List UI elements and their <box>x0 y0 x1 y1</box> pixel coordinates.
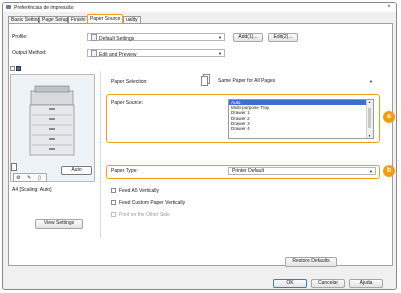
feed-custom-label: Feed Custom Paper Vertically <box>119 200 186 206</box>
page-icon[interactable]: ▯ <box>38 175 41 181</box>
tab-quality[interactable]: uality <box>123 16 141 23</box>
paper-size-info: A4 [Scaling: Auto] <box>12 187 52 193</box>
profile-label: Profile: <box>12 34 28 40</box>
feed-a5-label: Feed A5 Vertically <box>119 188 160 194</box>
feed-custom-checkbox[interactable] <box>111 200 116 205</box>
paper-selection-select[interactable]: Same Paper for All Pages ▼ <box>214 77 376 85</box>
source-mode-display: Auto <box>61 166 92 175</box>
edit-preview-icon <box>91 50 97 57</box>
profile-value: Default Settings <box>99 36 135 42</box>
wrench-icon[interactable]: ⚙ <box>16 175 20 181</box>
paper-type-value: Printer Default <box>232 168 264 174</box>
chevron-down-icon: ▼ <box>218 51 222 56</box>
paper-selection-value: Same Paper for All Pages <box>218 78 276 84</box>
paper-selection-icon <box>201 74 211 86</box>
add-profile-button[interactable]: Add(1)... <box>233 33 263 42</box>
output-method-select[interactable]: Edit and Preview ▼ <box>87 49 225 58</box>
list-scrollbar[interactable]: ▲ ▼ <box>366 100 373 138</box>
printer-view-icon[interactable] <box>16 66 21 71</box>
preview-toggle-icons[interactable] <box>10 66 22 72</box>
paper-source-list[interactable]: Auto Multi-purpose Tray Drawer 1 Drawer … <box>228 99 374 139</box>
help-button[interactable]: Ajuda <box>349 279 383 288</box>
view-settings-button[interactable]: View Settings <box>35 219 83 229</box>
printing-preferences-window: Preferências de impressão × Basic Settin… <box>2 2 397 290</box>
chevron-down-icon: ▼ <box>218 35 222 40</box>
output-method-label: Output Method: <box>12 50 47 56</box>
pencil-icon[interactable]: ✎ <box>27 175 31 181</box>
callout-badge-b: b <box>383 165 395 177</box>
ok-button[interactable]: OK <box>273 279 307 288</box>
paper-stack-icon <box>11 163 17 171</box>
scroll-up-icon[interactable]: ▲ <box>368 100 371 104</box>
scroll-down-icon[interactable]: ▼ <box>368 134 371 138</box>
edit-profile-button[interactable]: Edit(2)... <box>268 33 298 42</box>
page-view-icon[interactable] <box>10 66 15 71</box>
feed-a5-checkbox[interactable] <box>111 188 116 193</box>
chevron-down-icon: ▼ <box>369 169 373 174</box>
close-icon[interactable]: × <box>385 4 393 11</box>
output-method-value: Edit and Preview <box>99 52 137 58</box>
document-icon <box>91 34 97 41</box>
print-other-side-checkbox[interactable] <box>111 212 116 217</box>
list-item[interactable]: Drawer 4 <box>229 126 373 131</box>
preview-tool-buttons[interactable]: ⚙ ✎ ▯ <box>13 173 47 182</box>
tab-paper-source[interactable]: Paper Source <box>87 14 123 24</box>
tab-page-setup[interactable]: Page Setup <box>39 16 68 23</box>
chevron-down-icon: ▼ <box>369 79 373 84</box>
paper-source-label: Paper Source: <box>111 100 143 106</box>
window-title: Preferências de impressão <box>14 4 74 11</box>
paper-type-label: Paper Type: <box>111 168 138 174</box>
scroll-thumb[interactable] <box>368 108 371 128</box>
callout-badge-a: a <box>383 111 395 123</box>
restore-defaults-button[interactable]: Restore Defaults <box>285 257 337 267</box>
print-other-side-label: Print on the Other Side <box>119 212 170 218</box>
profile-select[interactable]: Default Settings ▼ <box>87 33 225 42</box>
panel-divider <box>100 71 101 238</box>
title-bar: Preferências de impressão × <box>3 3 396 12</box>
printer-app-icon <box>6 5 11 9</box>
paper-type-select[interactable]: Printer Default ▼ <box>228 167 376 175</box>
tab-finishing[interactable]: Finishi <box>68 16 89 23</box>
tab-basic-settings[interactable]: Basic Settings <box>8 16 43 23</box>
paper-selection-label: Paper Selection: <box>111 79 148 85</box>
cancel-button[interactable]: Cancelar <box>311 279 345 288</box>
